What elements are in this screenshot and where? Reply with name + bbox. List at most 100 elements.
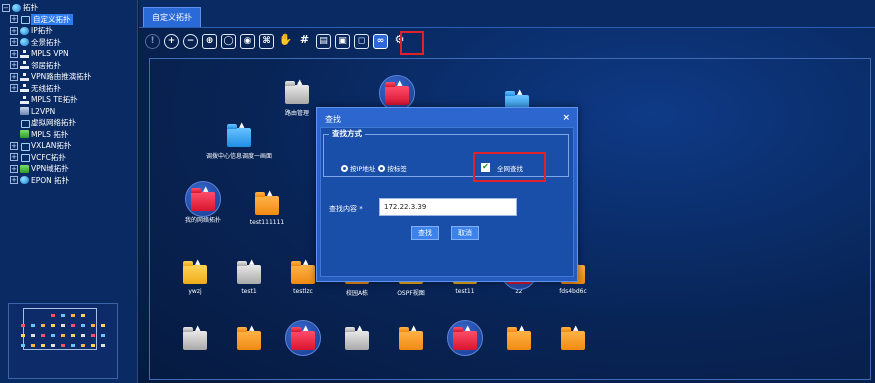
expand-icon[interactable]: + [10, 38, 18, 47]
minimap-node [71, 314, 75, 317]
folder-shape [255, 189, 279, 215]
minimap-node [91, 334, 95, 337]
tree-item[interactable]: + MPLS VPN [2, 48, 136, 60]
expand-icon[interactable]: + [10, 15, 18, 24]
folder-icon [285, 320, 321, 356]
tree-item[interactable]: + IP拓扑 [2, 25, 136, 37]
minimap-node [101, 324, 105, 327]
minimap-node [81, 344, 85, 347]
info-icon[interactable]: ! [145, 33, 160, 49]
cancel-button[interactable]: 取消 [451, 226, 479, 240]
minimap-node [91, 344, 95, 347]
tree-item-label: MPLS VPN [31, 49, 69, 58]
folder-shape [285, 78, 309, 104]
topology-node[interactable] [540, 324, 606, 350]
tree-item-label: 全景拓扑 [31, 37, 61, 47]
radio-by-ip-label: 按IP地址 [350, 165, 376, 173]
folder-shape [237, 324, 261, 350]
minimap-node [31, 334, 35, 337]
folder-icon [290, 258, 316, 284]
net-icon [20, 119, 30, 128]
globe-icon [20, 176, 29, 185]
minimap-node [71, 324, 75, 327]
folder-icon [254, 189, 280, 215]
tree3-icon [20, 95, 29, 104]
expand-icon[interactable]: + [10, 61, 18, 70]
tree-item[interactable]: + VXLAN拓扑 [2, 140, 136, 152]
minimap[interactable] [8, 303, 118, 379]
topology-toolbar: ! + − ⊕ ◯ ◉ ⌘ ✋ # ▤ ▣ ◻ ∞ ⚙ [145, 31, 424, 55]
net-icon [20, 15, 30, 25]
tree-item-label: MPLS TE拓扑 [31, 95, 78, 104]
select-icon[interactable]: ◯ [221, 33, 236, 49]
tree-item[interactable]: + VPN路由推演拓扑 [2, 71, 136, 83]
close-icon[interactable]: × [562, 113, 570, 123]
folder-shape [237, 258, 261, 284]
expand-icon[interactable]: + [10, 176, 18, 185]
expand-icon[interactable]: + [10, 26, 18, 35]
zoom-reset-icon[interactable]: ⊕ [202, 33, 217, 49]
folder-icon [379, 75, 415, 111]
expand-icon[interactable]: + [10, 84, 18, 93]
radio-by-ip[interactable] [341, 164, 348, 172]
tree-item[interactable]: + 全景拓扑 [2, 37, 136, 49]
collapse-icon[interactable]: − [2, 3, 10, 12]
tab-custom-topology[interactable]: 自定义拓扑 [143, 7, 201, 27]
globe-icon [20, 38, 29, 47]
minimap-node [71, 334, 75, 337]
tree3-icon [20, 72, 29, 81]
folder-icon [182, 258, 208, 284]
grid-icon[interactable]: # [297, 33, 312, 49]
tree-item[interactable]: + 自定义拓扑 [2, 13, 136, 25]
tree-item[interactable]: + VPN域拓扑 [2, 163, 136, 175]
fit-icon[interactable]: ⌘ [259, 33, 274, 49]
topology-node[interactable] [364, 75, 430, 111]
tree-item[interactable]: + 无线拓扑 [2, 83, 136, 95]
minimap-node [61, 344, 65, 347]
folder-icon [284, 78, 310, 104]
folder-shape [385, 79, 409, 105]
tree-item[interactable]: + 邻居拓扑 [2, 60, 136, 72]
find-button[interactable]: 查找 [411, 226, 439, 240]
zoom-out-icon[interactable]: − [183, 33, 198, 49]
tree-item[interactable]: − 拓扑 [2, 2, 136, 14]
binoculars-icon[interactable]: ∞ [373, 33, 388, 49]
image-icon[interactable]: ▣ [335, 33, 350, 49]
tree-item-label: EPON 拓扑 [31, 175, 70, 185]
tree-item[interactable]: + EPON 拓扑 [2, 175, 136, 187]
expand-icon[interactable]: + [10, 141, 18, 150]
zoom-in-icon[interactable]: + [164, 33, 179, 49]
expand-icon[interactable]: + [10, 49, 18, 58]
folder-icon [398, 324, 424, 350]
folder-icon [226, 121, 252, 147]
minimap-node [41, 344, 45, 347]
topology-tree-panel: − 拓扑 + 自定义拓扑 + IP拓扑 + 全景拓扑 + MPLS VPN + 邻居拓扑 + VPN路由推… [0, 0, 138, 383]
tree-item[interactable]: + VCFC拓扑 [2, 152, 136, 164]
tree3-icon [20, 84, 29, 93]
search-method-radios: 按IP地址 按标签 [341, 163, 407, 173]
view-icon[interactable]: ◉ [240, 33, 255, 49]
tree-item[interactable]: MPLS 拓扑 [2, 129, 136, 141]
topology-node[interactable]: 我的网络拓扑 [170, 181, 236, 224]
folder-shape [183, 324, 207, 350]
expand-icon[interactable]: + [10, 72, 18, 81]
save-icon[interactable]: ▤ [316, 33, 331, 49]
whole-network-checkbox[interactable]: ✔ [481, 163, 490, 172]
topology-node[interactable]: 调拨中心信息调度一画面视图 [206, 121, 272, 160]
frame-icon[interactable]: ◻ [354, 33, 369, 49]
find-dialog: 查找 × 查找方式 按IP地址 按标签 ✔ 全网查找 查找内容 * 查找 取消 [316, 107, 578, 282]
search-content-input[interactable] [379, 198, 517, 216]
tree-item[interactable]: 虚拟网络拓扑 [2, 117, 136, 129]
tree-item[interactable]: MPLS TE拓扑 [2, 94, 136, 106]
topology-tree: − 拓扑 + 自定义拓扑 + IP拓扑 + 全景拓扑 + MPLS VPN + 邻居拓扑 + VPN路由推… [2, 2, 136, 186]
radio-by-tag[interactable] [378, 164, 386, 172]
minimap-node [21, 334, 25, 337]
minimap-node [81, 334, 85, 337]
hand-icon[interactable]: ✋ [278, 33, 293, 49]
expand-icon[interactable]: + [10, 153, 18, 162]
tree-item[interactable]: L2VPN [2, 106, 136, 118]
minimap-node [81, 324, 85, 327]
net-icon [20, 142, 30, 151]
expand-icon[interactable]: + [10, 164, 18, 173]
topology-node[interactable]: test111111 [234, 189, 300, 226]
